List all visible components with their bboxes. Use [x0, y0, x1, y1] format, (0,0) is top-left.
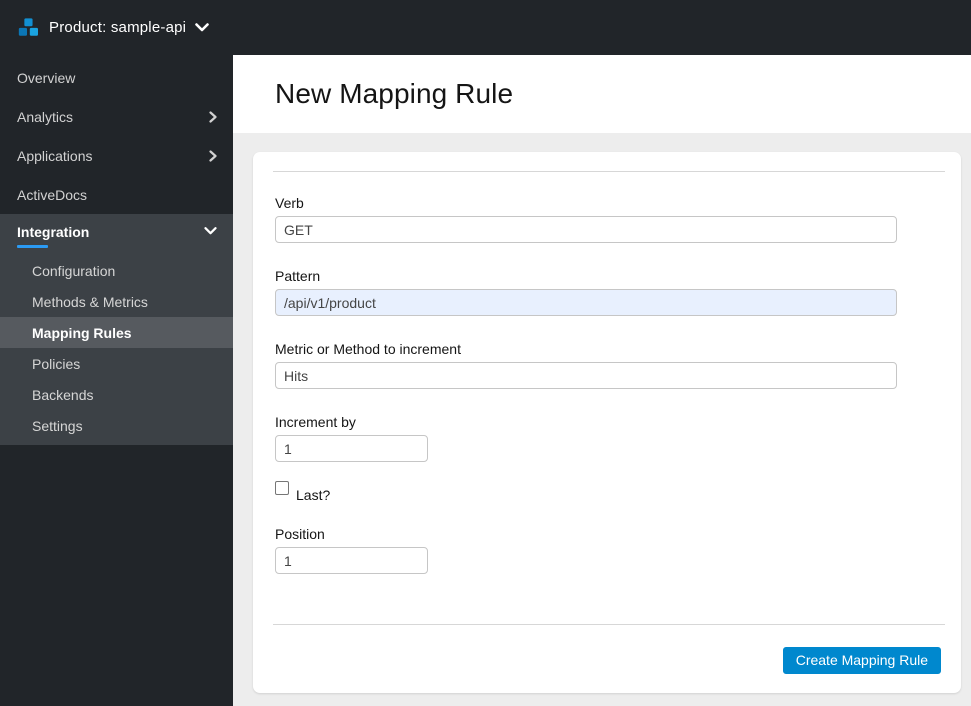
sidebar-item-label: ActiveDocs	[17, 186, 88, 203]
sidebar-item-methods-metrics[interactable]: Methods & Metrics	[0, 286, 233, 317]
sidebar-item-applications[interactable]: Applications	[0, 136, 233, 175]
position-label: Position	[275, 526, 325, 542]
sidebar-item-settings[interactable]: Settings	[0, 410, 233, 441]
last-checkbox[interactable]	[275, 481, 289, 495]
new-mapping-rule-form: Verb Pattern Metric or Method to increme…	[273, 172, 945, 574]
mapping-rule-form-card: Verb Pattern Metric or Method to increme…	[253, 152, 961, 693]
verb-input[interactable]	[275, 216, 897, 243]
chevron-right-icon	[209, 110, 217, 123]
active-section-indicator	[17, 245, 48, 248]
sidebar-item-label: Policies	[32, 355, 81, 372]
sidebar-item-label: Integration	[17, 224, 90, 240]
sidebar-item-overview[interactable]: Overview	[0, 58, 233, 97]
metric-input[interactable]	[275, 362, 897, 389]
increment-field-group: Increment by	[275, 414, 945, 462]
last-label: Last?	[296, 487, 331, 503]
sidebar-section-integration: Integration Configuration Methods & Metr…	[0, 214, 233, 445]
metric-field-group: Metric or Method to increment	[275, 341, 945, 389]
increment-by-label: Increment by	[275, 414, 356, 430]
verb-label: Verb	[275, 195, 304, 211]
pattern-input[interactable]	[275, 289, 897, 316]
sidebar-item-label: Settings	[32, 417, 83, 434]
pattern-label: Pattern	[275, 268, 321, 284]
chevron-down-icon[interactable]	[195, 23, 210, 32]
chevron-right-icon	[209, 149, 217, 162]
page-title: New Mapping Rule	[275, 78, 514, 109]
position-input[interactable]	[275, 547, 428, 574]
sidebar-item-mapping-rules[interactable]: Mapping Rules	[0, 317, 233, 348]
main-content: Verb Pattern Metric or Method to increme…	[233, 133, 971, 706]
sidebar-item-backends[interactable]: Backends	[0, 379, 233, 410]
sidebar-item-label: Mapping Rules	[32, 324, 132, 341]
verb-field-group: Verb	[275, 195, 945, 243]
integration-submenu: Configuration Methods & Metrics Mapping …	[0, 255, 233, 445]
sidebar-item-label: Applications	[17, 147, 93, 164]
create-mapping-rule-button[interactable]: Create Mapping Rule	[782, 647, 941, 674]
sidebar-item-configuration[interactable]: Configuration	[0, 255, 233, 286]
form-footer-divider	[273, 624, 945, 625]
chevron-down-icon	[204, 227, 217, 235]
sidebar-item-label: Analytics	[17, 108, 74, 125]
sidebar-item-label: Backends	[32, 386, 94, 403]
sidebar-item-label: Configuration	[32, 262, 116, 279]
sidebar-item-activedocs[interactable]: ActiveDocs	[0, 175, 233, 214]
sidebar-item-analytics[interactable]: Analytics	[0, 97, 233, 136]
last-field-group: Last?	[275, 481, 945, 503]
sidebar-item-policies[interactable]: Policies	[0, 348, 233, 379]
position-field-group: Position	[275, 526, 945, 574]
sidebar-item-label: Methods & Metrics	[32, 293, 148, 310]
form-actions: Create Mapping Rule	[273, 647, 945, 674]
metric-label: Metric or Method to increment	[275, 341, 461, 357]
threescale-logo-icon	[18, 18, 38, 36]
top-bar: Product: sample-api	[0, 0, 971, 55]
sidebar-item-integration[interactable]: Integration	[0, 214, 233, 255]
increment-by-input[interactable]	[275, 435, 428, 462]
product-context-selector[interactable]: Product: sample-api	[49, 19, 186, 36]
sidebar-item-label: Overview	[17, 69, 76, 86]
page-header: New Mapping Rule	[233, 55, 971, 133]
sidebar-nav: Overview Analytics Applications ActiveDo…	[0, 55, 233, 706]
pattern-field-group: Pattern	[275, 268, 945, 316]
